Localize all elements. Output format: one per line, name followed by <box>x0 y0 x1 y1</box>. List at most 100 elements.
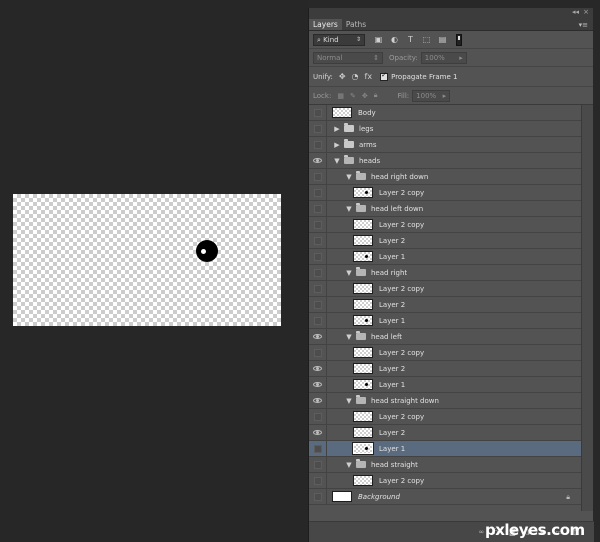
layer-thumbnail[interactable] <box>352 442 374 455</box>
visibility-toggle[interactable] <box>309 393 327 408</box>
visibility-toggle[interactable] <box>309 409 327 424</box>
layer-group-row[interactable]: ▼ head straight <box>309 457 582 473</box>
layer-row[interactable]: Layer 1 <box>309 377 582 393</box>
visibility-toggle[interactable] <box>309 457 327 472</box>
layer-group-row[interactable]: ▼ head right <box>309 265 582 281</box>
unify-style-icon[interactable]: fx <box>365 72 373 81</box>
visibility-toggle[interactable] <box>309 105 327 120</box>
layer-group-row[interactable]: ▶ legs <box>309 121 582 137</box>
lock-image-icon[interactable]: ✎ <box>350 92 356 100</box>
layer-row[interactable]: Layer 2 copy <box>309 281 582 297</box>
layer-group-row[interactable]: ▼ heads <box>309 153 582 169</box>
panel-title-bar[interactable]: ◂◂ × <box>309 8 593 19</box>
layer-row[interactable]: Body <box>309 105 582 121</box>
visibility-toggle[interactable] <box>309 265 327 280</box>
layer-group-row[interactable]: ▼ head straight down <box>309 393 582 409</box>
visibility-toggle[interactable] <box>309 313 327 328</box>
tab-paths[interactable]: Paths <box>342 19 370 30</box>
visibility-toggle[interactable] <box>309 281 327 296</box>
unify-position-icon[interactable]: ✥ <box>339 72 346 81</box>
pixel-filter-icon[interactable]: ▣ <box>373 34 384 45</box>
blend-mode-select[interactable]: Normal ⇕ <box>313 51 383 64</box>
layer-row[interactable]: Layer 1 <box>309 249 582 265</box>
propagate-frame-checkbox[interactable] <box>380 71 389 81</box>
layer-row[interactable]: Layer 2 copy <box>309 345 582 361</box>
layer-row[interactable]: Layer 2 copy <box>309 473 582 489</box>
expand-right-icon[interactable]: ▶ <box>333 141 341 149</box>
layer-row[interactable]: Layer 2 copy <box>309 185 582 201</box>
layer-row[interactable]: Layer 2 copy <box>309 217 582 233</box>
shape-filter-icon[interactable]: ⬚ <box>421 34 432 45</box>
visibility-toggle[interactable] <box>309 297 327 312</box>
layer-thumbnail[interactable] <box>353 363 373 374</box>
expand-down-icon[interactable]: ▼ <box>345 461 353 469</box>
layer-group-row[interactable]: ▼ head left down <box>309 201 582 217</box>
visibility-toggle[interactable] <box>309 233 327 248</box>
expand-down-icon[interactable]: ▼ <box>333 157 341 165</box>
layer-thumbnail[interactable] <box>353 235 373 246</box>
layer-row[interactable]: Layer 1 <box>309 313 582 329</box>
visibility-toggle[interactable] <box>309 329 327 344</box>
lock-transparent-icon[interactable]: ▦ <box>337 92 344 100</box>
layer-thumbnail[interactable] <box>353 475 373 486</box>
layer-row[interactable]: Layer 2 <box>309 233 582 249</box>
layer-group-row[interactable]: ▼ head left <box>309 329 582 345</box>
layer-thumbnail[interactable] <box>353 299 373 310</box>
layer-thumbnail[interactable] <box>353 219 373 230</box>
layers-scrollbar[interactable] <box>581 105 593 511</box>
panel-menu-icon[interactable]: ▾≡ <box>579 21 588 29</box>
visibility-toggle[interactable] <box>309 345 327 360</box>
visibility-toggle[interactable] <box>309 185 327 200</box>
visibility-toggle[interactable] <box>309 377 327 392</box>
visibility-toggle[interactable] <box>309 441 327 456</box>
visibility-toggle[interactable] <box>309 425 327 440</box>
layer-thumbnail[interactable] <box>353 187 373 198</box>
visibility-toggle[interactable] <box>309 121 327 136</box>
expand-down-icon[interactable]: ▼ <box>345 333 353 341</box>
layer-thumbnail[interactable] <box>332 491 352 502</box>
layer-thumbnail[interactable] <box>353 283 373 294</box>
adjustment-filter-icon[interactable]: ◐ <box>389 34 400 45</box>
document-canvas[interactable] <box>13 194 281 326</box>
layer-row[interactable]: Layer 2 <box>309 361 582 377</box>
expand-down-icon[interactable]: ▼ <box>345 397 353 405</box>
visibility-toggle[interactable] <box>309 217 327 232</box>
filter-toggle-switch[interactable] <box>456 33 462 46</box>
expand-down-icon[interactable]: ▼ <box>345 205 353 213</box>
opacity-field[interactable]: 100% ▸ <box>420 51 467 64</box>
layer-thumbnail[interactable] <box>353 347 373 358</box>
layer-thumbnail[interactable] <box>353 411 373 422</box>
expand-down-icon[interactable]: ▼ <box>345 173 353 181</box>
layer-group-row[interactable]: ▼ head right down <box>309 169 582 185</box>
visibility-toggle[interactable] <box>309 361 327 376</box>
layer-row[interactable]: Layer 2 <box>309 297 582 313</box>
visibility-toggle[interactable] <box>309 137 327 152</box>
visibility-toggle[interactable] <box>309 249 327 264</box>
tab-layers[interactable]: Layers <box>309 19 342 30</box>
expand-right-icon[interactable]: ▶ <box>333 125 341 133</box>
lock-position-icon[interactable]: ✥ <box>362 92 368 100</box>
filter-kind-select[interactable]: ⌕ Kind ⇕ <box>313 33 365 46</box>
visibility-toggle[interactable] <box>309 201 327 216</box>
visibility-toggle[interactable] <box>309 169 327 184</box>
lock-all-icon[interactable]: 🔒︎ <box>374 91 378 100</box>
layer-row[interactable]: Layer 1 <box>309 441 582 457</box>
smart-object-filter-icon[interactable]: ▤ <box>437 34 448 45</box>
collapse-panel-icon[interactable]: ◂◂ <box>572 8 579 16</box>
type-filter-icon[interactable]: T <box>405 34 416 45</box>
expand-down-icon[interactable]: ▼ <box>345 269 353 277</box>
layer-thumbnail[interactable] <box>353 427 373 438</box>
unify-visibility-icon[interactable]: ◔ <box>352 72 359 81</box>
visibility-toggle[interactable] <box>309 489 327 504</box>
layer-group-row[interactable]: ▶ arms <box>309 137 582 153</box>
layer-thumbnail[interactable] <box>332 107 352 118</box>
visibility-toggle[interactable] <box>309 473 327 488</box>
layer-row[interactable]: Background 🔒︎ <box>309 489 582 505</box>
layer-thumbnail[interactable] <box>353 379 373 390</box>
close-panel-icon[interactable]: × <box>583 8 589 16</box>
visibility-toggle[interactable] <box>309 153 327 168</box>
layer-row[interactable]: Layer 2 <box>309 425 582 441</box>
link-layers-icon[interactable]: ∞ <box>479 528 485 536</box>
fill-field[interactable]: 100% ▸ <box>412 89 451 102</box>
layer-row[interactable]: Layer 2 copy <box>309 409 582 425</box>
